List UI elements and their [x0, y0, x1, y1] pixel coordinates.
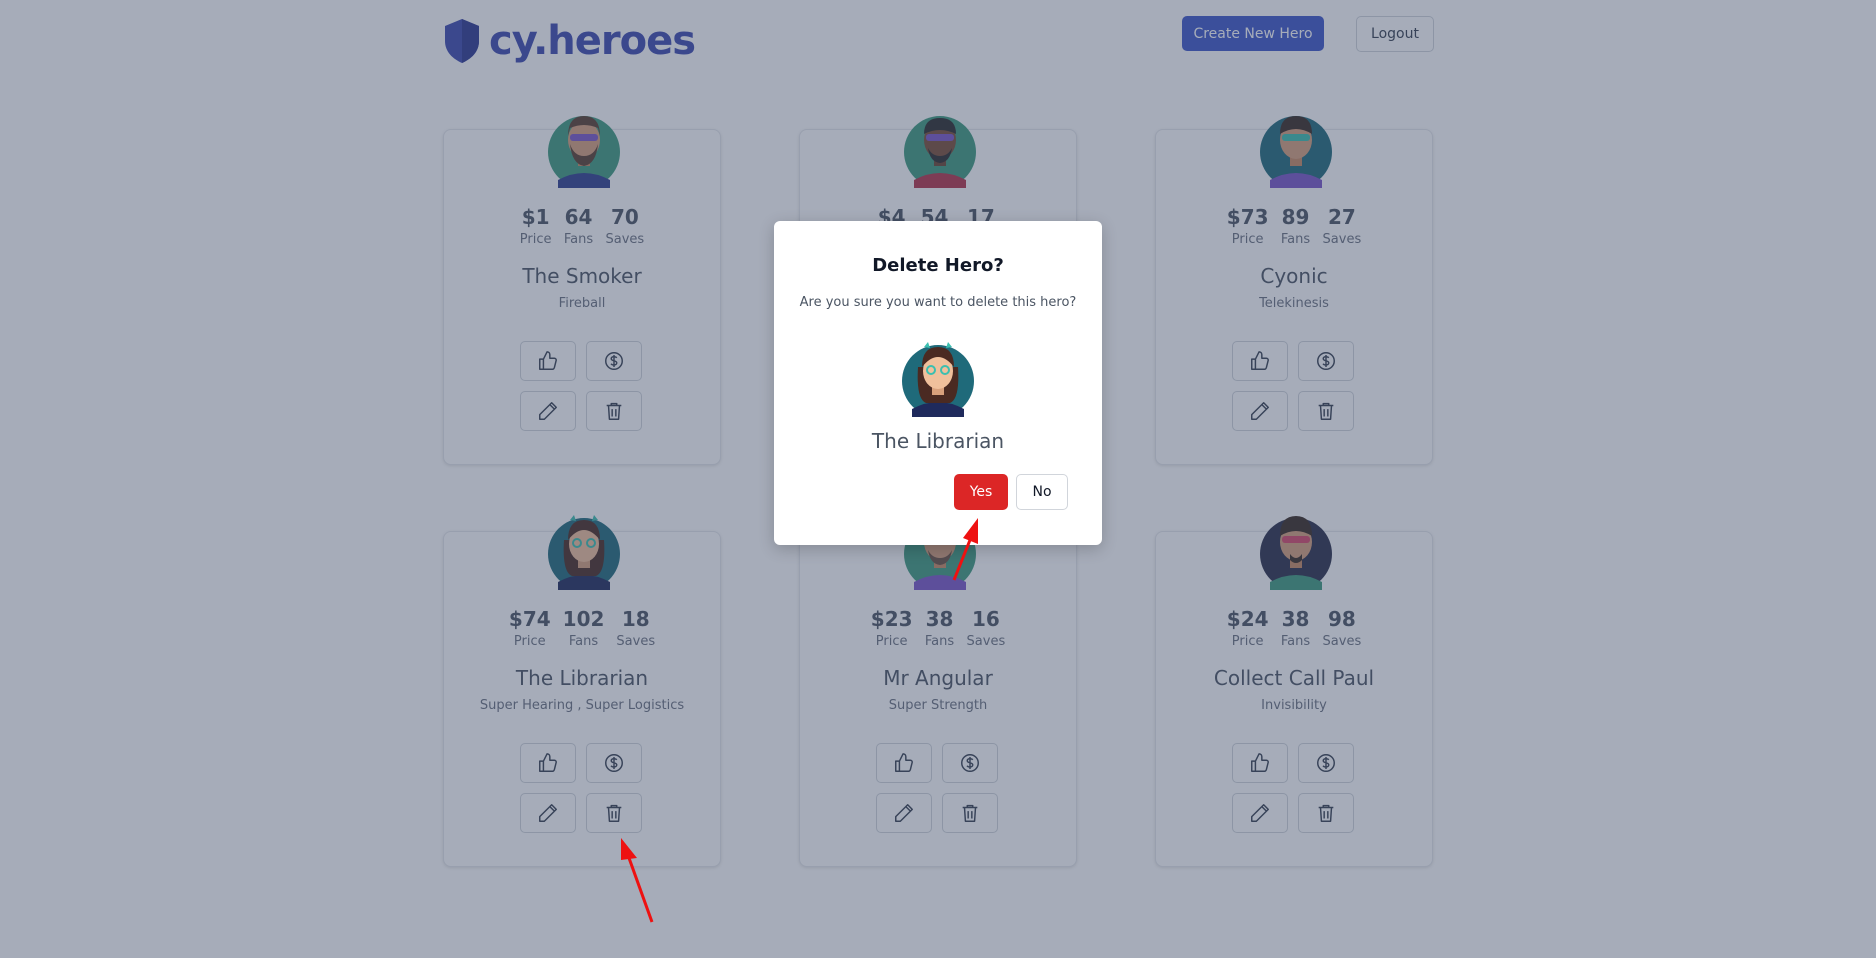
hero-avatar [902, 337, 974, 417]
dialog-title: Delete Hero? [872, 255, 1004, 276]
dialog-message: Are you sure you want to delete this her… [799, 295, 1077, 310]
dialog-hero-name: The Librarian [871, 429, 1005, 453]
confirm-no-button[interactable]: No [1016, 474, 1068, 510]
confirm-yes-button[interactable]: Yes [954, 474, 1008, 510]
delete-hero-dialog: Delete Hero? Are you sure you want to de… [774, 221, 1102, 545]
